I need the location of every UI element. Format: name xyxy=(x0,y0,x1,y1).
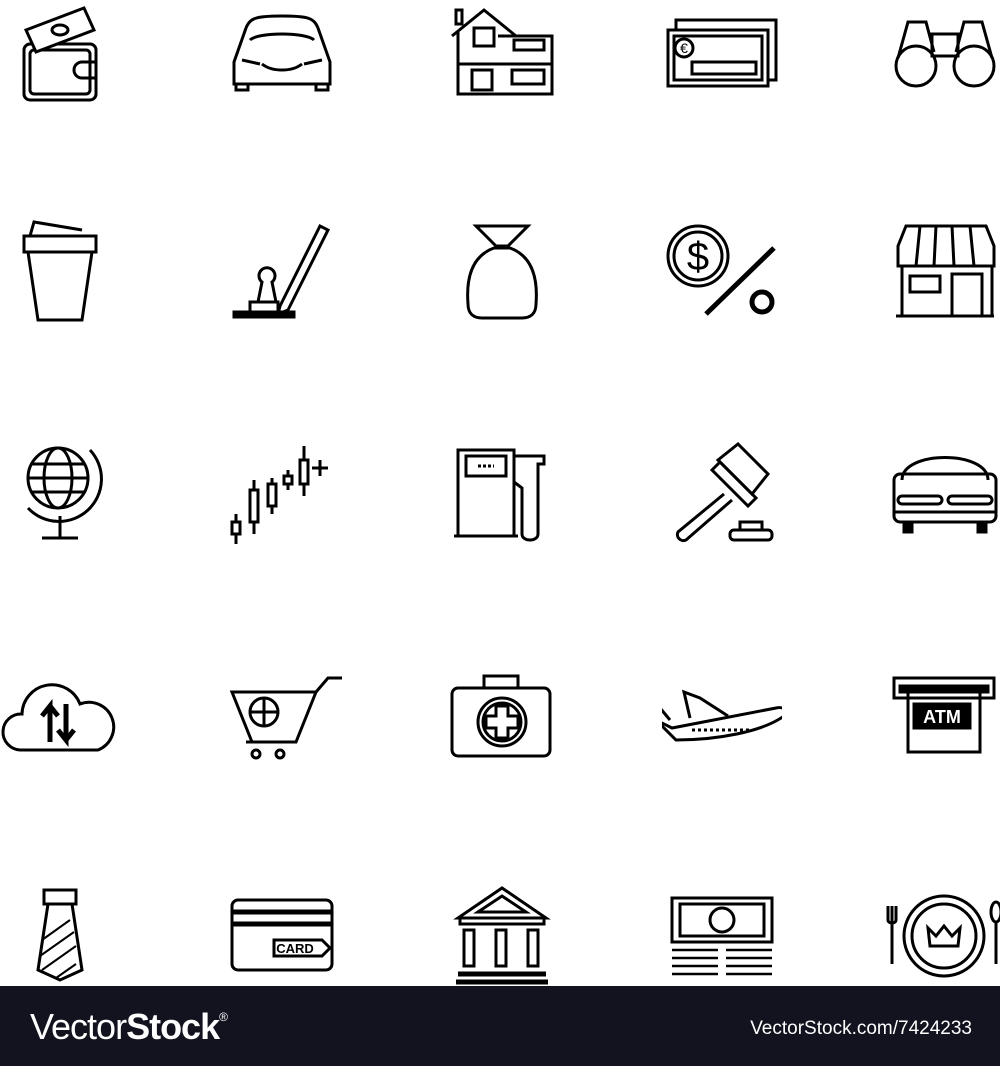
bed-icon xyxy=(884,440,1000,550)
house-icon xyxy=(442,0,562,110)
euro-symbol: € xyxy=(680,40,688,56)
shop-icon xyxy=(884,220,1000,330)
globe-icon xyxy=(0,440,120,550)
vectorstock-logo: VectorStock® xyxy=(30,1006,228,1048)
image-url: VectorStock.com/7424233 xyxy=(750,1018,972,1039)
stamp-pen-icon xyxy=(222,220,342,330)
atm-icon: ATM xyxy=(884,662,1000,772)
dollar-symbol: $ xyxy=(687,235,709,279)
money-bag-icon xyxy=(442,220,562,330)
cloud-transfer-icon xyxy=(0,662,120,772)
binoculars-icon xyxy=(884,0,1000,110)
dollar-percent-icon: $ xyxy=(662,220,782,330)
euro-cheque-icon: € xyxy=(662,0,782,110)
airplane-icon xyxy=(662,662,782,772)
first-aid-kit-icon xyxy=(442,662,562,772)
global-shopping-cart-icon xyxy=(222,662,342,772)
car-icon xyxy=(222,0,342,110)
brand-bold: Stock xyxy=(126,1006,220,1047)
wallet-money-icon xyxy=(0,0,120,110)
auction-gavel-icon xyxy=(662,440,782,550)
card-label: CARD xyxy=(276,941,314,956)
banknote-stack-icon xyxy=(662,880,782,990)
candlestick-chart-icon xyxy=(222,440,342,550)
footer-bar: VectorStock® VectorStock.com/7424233 xyxy=(0,986,1000,1066)
brand-light: Vector xyxy=(30,1006,127,1047)
registered-mark: ® xyxy=(219,1010,228,1024)
necktie-icon xyxy=(0,880,120,990)
gas-pump-icon xyxy=(442,440,562,550)
atm-label: ATM xyxy=(923,707,961,727)
bank-icon xyxy=(442,880,562,990)
fine-dining-icon xyxy=(884,880,1000,990)
credit-card-icon: CARD xyxy=(222,880,342,990)
trash-bin-icon xyxy=(0,220,120,330)
